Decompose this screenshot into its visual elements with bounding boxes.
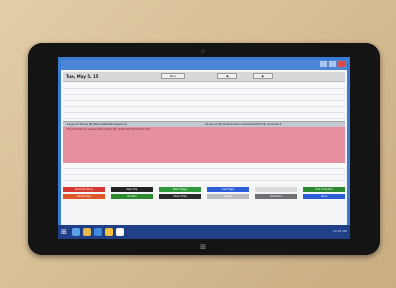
schedule-grid-bottom xyxy=(63,163,345,184)
app-icon[interactable] xyxy=(116,228,124,236)
schedule-grid-top xyxy=(63,83,345,121)
windows-home-button-icon[interactable]: ⊞ xyxy=(199,243,207,251)
prev-button[interactable]: ◀ xyxy=(217,73,237,79)
action-button[interactable]: Mark Trippy xyxy=(159,187,201,192)
action-row-2: Route Trips Confirm Show Trips Delete Sc… xyxy=(63,194,345,199)
schedule-header: Tue, May 5, 15 Bus ◀ ▶ xyxy=(63,72,345,82)
action-row-1: Book Booking New Trip Mark Trippy List T… xyxy=(63,187,345,192)
action-button[interactable]: Route Trips xyxy=(63,194,105,199)
windows-start-icon[interactable]: ⊞ xyxy=(61,228,69,236)
ie-icon[interactable] xyxy=(72,228,80,236)
action-button[interactable]: Book Booking xyxy=(63,187,105,192)
header-date: Tue, May 5, 15 xyxy=(66,74,99,79)
action-button[interactable]: Done xyxy=(303,194,345,199)
maximize-icon[interactable] xyxy=(329,61,336,67)
system-tray-clock[interactable]: 10:15 AM xyxy=(333,229,347,233)
window-controls xyxy=(320,61,345,67)
taskbar-apps xyxy=(72,228,124,236)
chrome-icon[interactable] xyxy=(105,228,113,236)
trip-block-note: Trip Orchard 3-1 (Grade) Berry Farm (B) … xyxy=(67,128,150,131)
action-button[interactable]: Confirm xyxy=(111,194,153,199)
trip-block[interactable]: Trip Orchard 3-1 (Grade) Berry Farm (B) … xyxy=(63,127,345,163)
close-icon[interactable] xyxy=(338,61,345,67)
action-button[interactable]: List Trippy xyxy=(207,187,249,192)
action-button[interactable]: Pick Schedule xyxy=(303,187,345,192)
action-button[interactable]: New Trip xyxy=(111,187,153,192)
folder-icon[interactable] xyxy=(83,228,91,236)
minimize-icon[interactable] xyxy=(320,61,327,67)
tablet: Tue, May 5, 15 Bus ◀ ▶ 10-Jan-15 Pickup … xyxy=(28,43,380,255)
windows-taskbar: ⊞ 10:15 AM xyxy=(58,225,350,239)
camera-dot xyxy=(201,49,205,53)
tablet-screen: Tue, May 5, 15 Bus ◀ ▶ 10-Jan-15 Pickup … xyxy=(58,57,350,239)
window-titlebar xyxy=(61,60,347,70)
bus-selector[interactable]: Bus xyxy=(161,73,185,79)
next-button[interactable]: ▶ xyxy=(253,73,273,79)
outlook-icon[interactable] xyxy=(94,228,102,236)
action-button[interactable]: Delete xyxy=(207,194,249,199)
action-button[interactable]: Schedule xyxy=(255,194,297,199)
action-button[interactable] xyxy=(255,187,297,192)
action-button[interactable]: Show Trips xyxy=(159,194,201,199)
